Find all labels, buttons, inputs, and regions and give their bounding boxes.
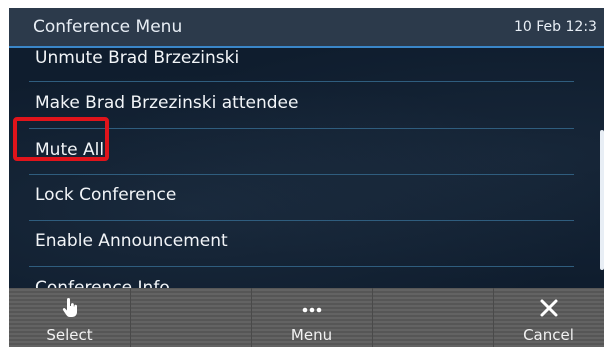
screen-title: Conference Menu — [33, 17, 183, 37]
menu-item-enable-announcement[interactable]: Enable Announcement — [9, 221, 574, 267]
menu-softkey[interactable]: Menu — [251, 288, 373, 347]
phone-screen: Conference Menu 10 Feb 12:3 Unmute Brad … — [9, 8, 604, 347]
more-dots-icon — [251, 298, 372, 323]
menu-item-label: Conference Info — [35, 278, 170, 288]
menu-item-label: Lock Conference — [35, 185, 177, 205]
softkey-label: Menu — [290, 326, 333, 344]
scrollbar[interactable] — [600, 130, 604, 270]
menu-item-label: Unmute Brad Brzezinski — [35, 48, 240, 68]
menu-item-conference-info[interactable]: Conference Info — [9, 267, 574, 288]
hand-pointer-icon — [9, 298, 130, 323]
softkey-bar: Select Menu Cancel — [9, 288, 604, 347]
header-bar: Conference Menu 10 Feb 12:3 — [9, 8, 604, 48]
menu-item-lock-conference[interactable]: Lock Conference — [9, 175, 574, 221]
softkey-label: Select — [46, 326, 93, 344]
conference-menu-list: Unmute Brad Brzezinski Make Brad Brzezin… — [9, 48, 604, 288]
close-icon — [493, 298, 604, 323]
softkey-label: Cancel — [523, 326, 574, 344]
divider — [29, 81, 574, 82]
mute-all-highlight-box — [13, 117, 109, 161]
datetime: 10 Feb 12:3 — [514, 19, 597, 35]
empty-softkey-2[interactable] — [372, 288, 494, 347]
cancel-softkey[interactable]: Cancel — [493, 288, 604, 347]
select-softkey[interactable]: Select — [9, 288, 131, 347]
menu-item-label: Enable Announcement — [35, 231, 228, 251]
empty-softkey-1[interactable] — [130, 288, 252, 347]
menu-item-label: Make Brad Brzezinski attendee — [35, 93, 299, 113]
menu-item-unmute[interactable]: Unmute Brad Brzezinski — [9, 48, 574, 82]
